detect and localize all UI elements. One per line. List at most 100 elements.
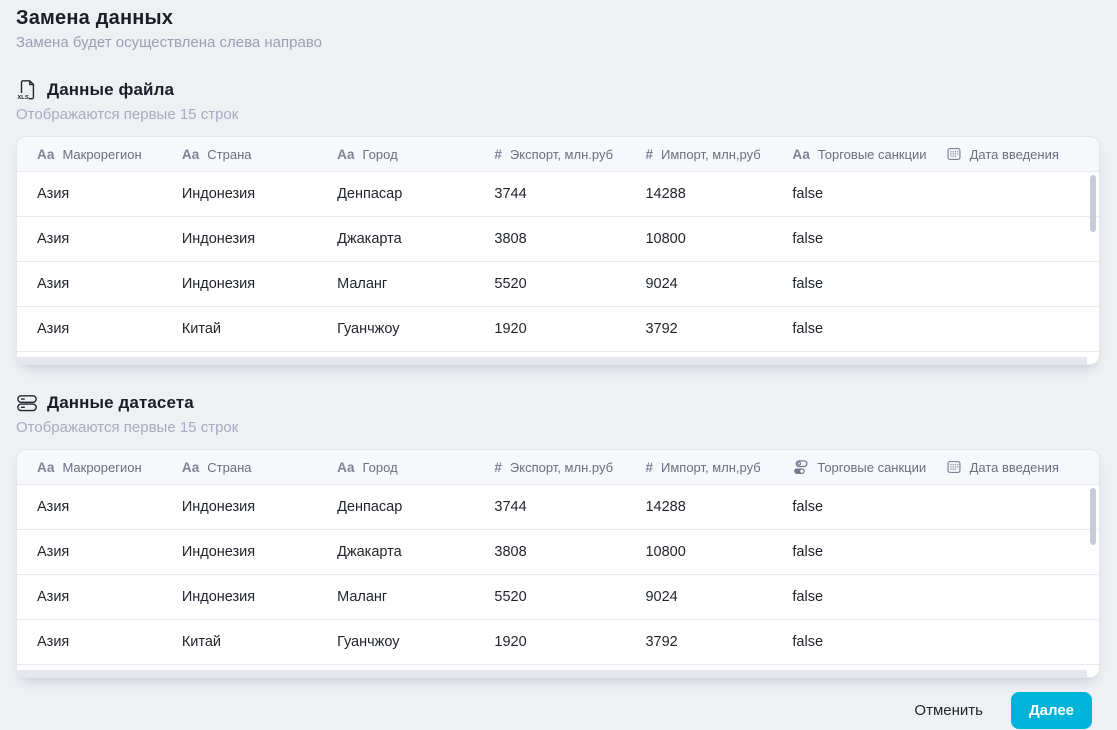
column-label: Импорт, млн,руб [661, 147, 761, 162]
date-type-icon [946, 146, 962, 162]
table-cell: Маланг [337, 276, 494, 292]
table-cell: 1920 [494, 634, 645, 650]
column-label: Экспорт, млн.руб [510, 147, 613, 162]
table-cell: Азия [37, 634, 182, 650]
table-cell: 5520 [494, 276, 645, 292]
table-cell: false [792, 186, 945, 202]
table-row: АзияИндонезияДжакарта380810800false [17, 217, 1099, 262]
table-cell: 3792 [645, 634, 792, 650]
column-label: Торговые санкции [817, 460, 926, 475]
column-header: Дата введения [946, 459, 1079, 475]
section-note: Отображаются первые 15 строк [16, 419, 1100, 437]
column-header: АаСтрана [182, 147, 337, 162]
table-cell: false [792, 276, 945, 292]
table-cell: 3808 [494, 231, 645, 247]
text-type-icon: Аа [337, 460, 354, 475]
table-cell: Джакарта [337, 544, 494, 560]
file-data-table: АаМакрорегионАаСтранаАаГород#Экспорт, мл… [16, 136, 1100, 365]
column-header: Аа Макрорегион [37, 460, 182, 475]
horizontal-scrollbar[interactable] [17, 670, 1099, 677]
table-cell: Денпасар [337, 186, 494, 202]
table-row: АзияКитайГуанчжоу19203792false [17, 620, 1099, 665]
cancel-button[interactable]: Отменить [912, 694, 985, 727]
text-type-icon: Аа [37, 147, 54, 162]
table-row: АзияКитайГуанчжоу19203792false [17, 307, 1099, 352]
scrollbar-corner [1087, 670, 1099, 677]
table-cell: 14288 [645, 186, 792, 202]
text-type-icon: Аа [337, 147, 354, 162]
table-cell: 3808 [494, 544, 645, 560]
dataset-data-table: Аа Макрорегион АаСтранаАаГород#Экспорт, мл… [16, 449, 1100, 678]
column-header: # Импорт, млн,руб [645, 460, 792, 475]
number-type-icon: # [645, 460, 653, 475]
table-cell: Индонезия [182, 589, 337, 605]
section-title: Данные датасета [47, 393, 194, 413]
table-cell: Индонезия [182, 544, 337, 560]
table-cell: false [792, 634, 945, 650]
column-label: Дата введения [970, 147, 1059, 162]
xls-file-icon: XLS [16, 79, 38, 101]
column-label: Город [363, 147, 398, 162]
number-type-icon: # [494, 460, 502, 475]
table-cell: 3792 [645, 321, 792, 337]
table-cell: Индонезия [182, 186, 337, 202]
column-header: Аа Торговые санкции [792, 147, 945, 162]
column-label: Дата введения [970, 460, 1059, 475]
table-cell: false [792, 231, 945, 247]
date-type-icon [946, 459, 962, 475]
number-type-icon: # [645, 147, 653, 162]
table-row: АзияИндонезияМаланг55209024false [17, 575, 1099, 620]
table-cell: false [792, 321, 945, 337]
table-cell: Китай [182, 634, 337, 650]
column-label: Импорт, млн,руб [661, 460, 761, 475]
column-header: #Экспорт, млн.руб [494, 460, 645, 475]
text-type-icon: Аа [792, 147, 809, 162]
table-cell: Азия [37, 231, 182, 247]
table-cell: 10800 [645, 544, 792, 560]
number-type-icon: # [494, 147, 502, 162]
text-type-icon: Аа [37, 460, 54, 475]
horizontal-scrollbar[interactable] [17, 357, 1099, 364]
table-header-row: Аа Макрорегион АаСтранаАаГород#Экспорт, мл… [17, 450, 1099, 485]
section-title: Данные файла [47, 80, 174, 100]
column-label: Макрорегион [62, 460, 141, 475]
column-header: АаСтрана [182, 460, 337, 475]
column-header: Аа Город [337, 147, 494, 162]
table-cell: Индонезия [182, 231, 337, 247]
scrollbar-corner [1087, 357, 1099, 364]
table-cell: Азия [37, 321, 182, 337]
table-cell: Китай [182, 321, 337, 337]
vertical-scrollbar[interactable] [1090, 488, 1096, 545]
table-cell: Денпасар [337, 499, 494, 515]
vertical-scrollbar[interactable] [1090, 175, 1096, 232]
table-cell: 1920 [494, 321, 645, 337]
table-cell: 14288 [645, 499, 792, 515]
table-cell: false [792, 589, 945, 605]
next-button[interactable]: Далее [1011, 692, 1092, 729]
table-cell: Азия [37, 499, 182, 515]
dataset-icon [16, 392, 38, 414]
table-cell: Азия [37, 276, 182, 292]
column-header: Дата введения [946, 146, 1079, 162]
column-header: Аа Макрорегион [37, 147, 182, 162]
table-body: АзияИндонезияДенпасар374414288falseАзияИ… [17, 485, 1099, 677]
column-label: Торговые санкции [818, 147, 927, 162]
table-body: АзияИндонезияДенпасар374414288falseАзияИ… [17, 172, 1099, 364]
column-header: # Экспорт, млн.руб [494, 147, 645, 162]
table-cell: 9024 [645, 276, 792, 292]
column-label: Макрорегион [62, 147, 141, 162]
page-title: Замена данных [16, 6, 1100, 30]
table-cell: 5520 [494, 589, 645, 605]
table-cell: 3744 [494, 499, 645, 515]
table-header-row: АаМакрорегионАаСтранаАаГород#Экспорт, мл… [17, 137, 1099, 172]
column-header: # Импорт, млн,руб [645, 147, 792, 162]
table-cell: false [792, 499, 945, 515]
page-subtitle: Замена будет осуществлена слева направо [16, 34, 1100, 52]
column-header: АаГород [337, 460, 494, 475]
table-cell: Азия [37, 589, 182, 605]
svg-text:XLS: XLS [17, 95, 28, 101]
table-cell: Гуанчжоу [337, 634, 494, 650]
table-cell: Гуанчжоу [337, 321, 494, 337]
dataset-data-section-head: Данные датасета [16, 391, 1100, 415]
table-cell: Индонезия [182, 499, 337, 515]
